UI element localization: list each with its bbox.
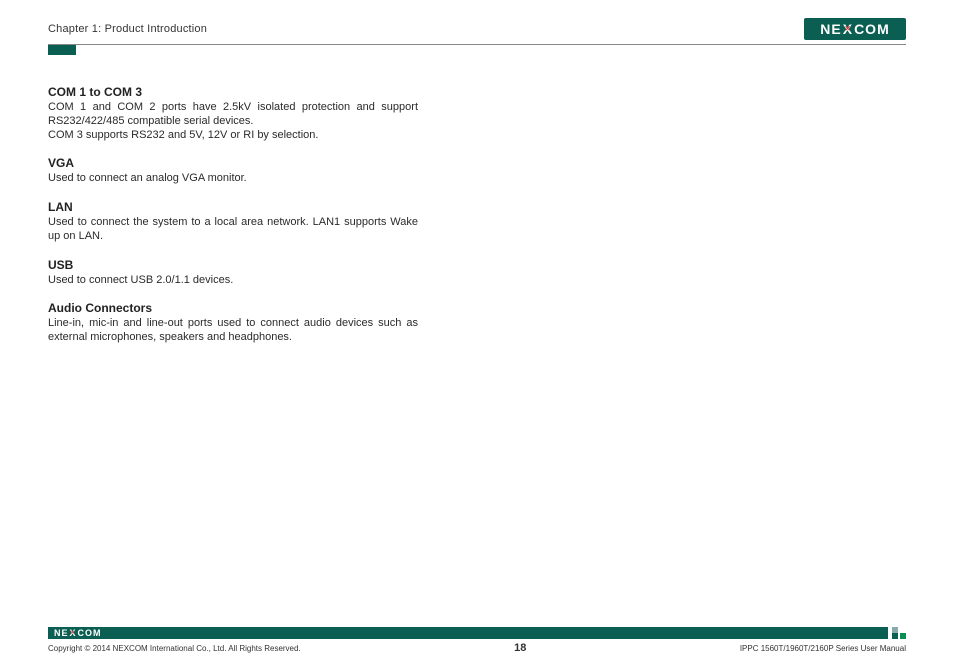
logo-text-ne: NE [820,21,841,37]
section-body: Used to connect an analog VGA monitor. [48,172,418,186]
section-heading: LAN [48,200,418,214]
main-content: COM 1 to COM 3 COM 1 and COM 2 ports have… [48,85,418,345]
nexcom-logo: NEXCOM [804,18,906,40]
section-heading: USB [48,258,418,272]
header-accent-block [48,45,76,55]
section-body: Used to connect USB 2.0/1.1 devices. [48,274,418,288]
footer-decor-blocks [888,627,906,639]
logo-x-icon: X [69,628,78,638]
footer-copyright: Copyright © 2014 NEXCOM International Co… [48,644,301,653]
footer-manual-title: IPPC 1560T/1960T/2160P Series User Manua… [740,644,906,653]
page-header: Chapter 1: Product Introduction NEXCOM [48,18,906,45]
section-body: COM 1 and COM 2 ports have 2.5kV isolate… [48,101,418,142]
footer-meta-row: Copyright © 2014 NEXCOM International Co… [48,642,906,654]
chapter-title: Chapter 1: Product Introduction [48,23,207,35]
section-body: Line-in, mic-in and line-out ports used … [48,317,418,345]
section-heading: VGA [48,156,418,170]
logo-text-com: COM [854,21,890,37]
footer-bar: NEXCOM [48,627,906,639]
nexcom-logo-footer: NEXCOM [54,628,102,638]
page-number: 18 [514,642,526,654]
section-body: Used to connect the system to a local ar… [48,216,418,244]
logo-x-icon: X [842,21,854,37]
page-footer: NEXCOM Copyright © 2014 NEXCOM Internati… [48,627,906,654]
section-heading: Audio Connectors [48,301,418,315]
section-heading: COM 1 to COM 3 [48,85,418,99]
